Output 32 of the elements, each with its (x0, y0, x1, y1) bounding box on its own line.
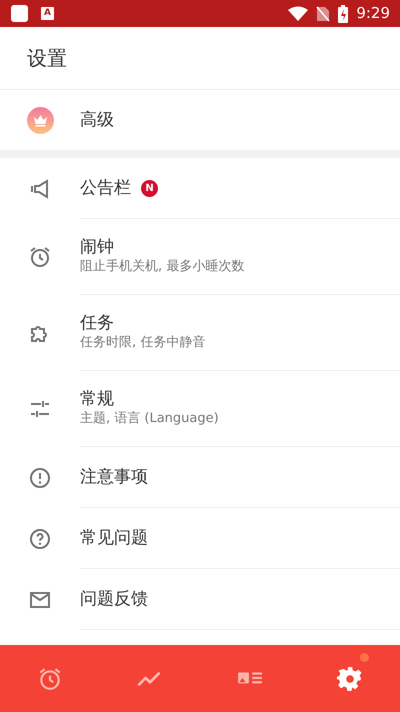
premium-item[interactable]: 高级 (0, 90, 400, 150)
item-label: 任务 (80, 312, 114, 334)
crown-icon (26, 106, 54, 134)
new-badge: N (141, 180, 158, 196)
item-label: 常见问题 (80, 526, 148, 550)
exclamation-icon (28, 466, 52, 490)
page-title: 设置 (27, 45, 67, 72)
settings-item[interactable]: 注意事项 (0, 447, 400, 508)
item-subtitle: 主题, 语言 (Language) (80, 410, 220, 428)
settings-item[interactable]: 问题反馈 (0, 569, 400, 630)
item-label: 注意事项 (80, 466, 148, 488)
question-icon (28, 526, 52, 550)
item-label: 公告栏 (80, 176, 131, 200)
wifi-icon (288, 6, 308, 22)
item-subtitle: 阻止手机关机, 最多小睡次数 (80, 258, 246, 276)
alarm-clock-icon (28, 245, 52, 269)
item-label: 闹钟 (80, 236, 114, 258)
item-label: 常规 (80, 388, 114, 410)
notification-icon: A (41, 7, 54, 20)
settings-item[interactable]: 闹钟 阻止手机关机, 最多小睡次数 (0, 219, 400, 295)
item-label: 问题反馈 (80, 588, 148, 610)
clock-time: 9:29 (356, 3, 390, 24)
settings-item[interactable]: 常见问题 (0, 508, 400, 569)
settings-item[interactable]: 常规 主题, 语言 (Language) (0, 371, 400, 447)
settings-icon (337, 666, 363, 692)
app-square-icon (10, 4, 29, 23)
item-subtitle: 任务时限, 任务中静音 (80, 334, 206, 352)
no-sim-icon (316, 6, 330, 22)
settings-item[interactable]: 任务 任务时限, 任务中静音 (0, 295, 400, 371)
battery-charging-icon (338, 4, 348, 22)
settings-item[interactable]: 公告栏 N (0, 158, 400, 219)
alarm-clock-icon (37, 666, 63, 692)
